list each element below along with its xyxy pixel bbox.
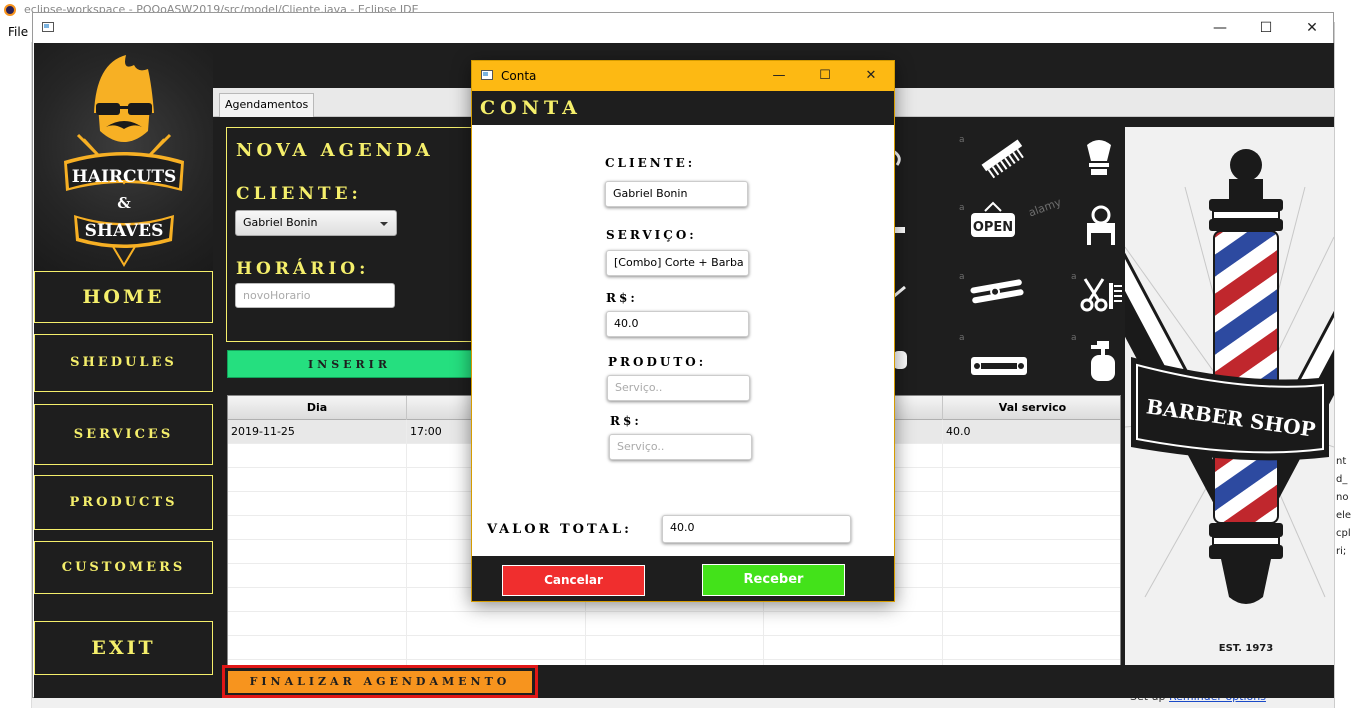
col-header-dia[interactable]: Dia (228, 396, 407, 420)
finalizar-agendamento-button[interactable]: FINALIZAR AGENDAMENTO (222, 665, 538, 698)
partial-icon (893, 285, 906, 299)
watermark-text: a (959, 135, 965, 145)
scissors-icon (1080, 278, 1122, 312)
eclipse-menu-file[interactable]: File (0, 22, 32, 42)
nav-products-button[interactable]: PRODUCTS (34, 475, 213, 530)
dialog-servico-field[interactable]: [Combo] Corte + Barba (606, 250, 749, 276)
cliente-select[interactable]: Gabriel Bonin (235, 210, 397, 236)
cell-dia: 2019-11-25 (228, 420, 407, 444)
dialog-window-icon (481, 70, 493, 80)
watermark-text: a (1071, 333, 1077, 343)
tab-agendamentos[interactable]: Agendamentos (219, 93, 315, 117)
col-header-val-servico[interactable]: Val servico (943, 396, 1120, 420)
barber-logo-illustration: HAIRCUTS & SHAVES (64, 55, 184, 267)
dialog-maximize-icon[interactable]: ☐ (802, 61, 848, 91)
eclipse-right-text: cpl (1336, 528, 1351, 539)
dialog-rs2-label: R$: (610, 414, 642, 428)
open-sign-icon: OPEN (971, 201, 1015, 237)
nav-customers-label: CUSTOMERS (61, 560, 186, 575)
watermark-alamy: alamy (1026, 195, 1063, 220)
cell-val-servico: 40.0 (946, 425, 971, 438)
brush-icon (1087, 140, 1111, 175)
bottom-bar: FINALIZAR AGENDAMENTO (213, 665, 1334, 698)
watermark-text: a (959, 203, 965, 213)
haircuts-shaves-logo: HAIRCUTS & SHAVES (34, 43, 213, 271)
watermark-text: a (1071, 272, 1077, 282)
close-icon[interactable]: ✕ (1289, 13, 1335, 43)
app-window-icon (42, 22, 54, 32)
nav-home-label: HOME (82, 286, 165, 308)
nav-schedules-label: SHEDULES (70, 355, 177, 370)
eclipse-right-text: ri; (1336, 546, 1347, 557)
nav-exit-button[interactable]: EXIT (34, 621, 213, 675)
dialog-rs1-field[interactable]: 40.0 (606, 311, 749, 337)
partial-icon (893, 351, 907, 369)
eclipse-right-text: no (1336, 492, 1349, 503)
dialog-close-icon[interactable]: ✕ (848, 61, 894, 91)
nova-agenda-panel: NOVA AGENDA CLIENTE: Gabriel Bonin HORÁR… (226, 127, 472, 342)
razor-blade-icon (971, 357, 1027, 375)
dialog-total-label: VALOR TOTAL: (487, 522, 632, 537)
nav-exit-label: EXIT (91, 637, 156, 659)
minimize-icon[interactable]: — (1197, 13, 1243, 43)
dialog-title: Conta (501, 69, 537, 83)
nova-agenda-title: NOVA AGENDA (236, 140, 434, 161)
inserir-button[interactable]: INSERIR (227, 350, 472, 378)
horario-input[interactable]: novoHorario (235, 283, 395, 308)
dialog-rs2-field[interactable]: Serviço.. (609, 434, 752, 460)
dialog-produto-label: PRODUTO: (608, 355, 707, 369)
cancelar-button[interactable]: Cancelar (502, 565, 645, 596)
barber-shop-image: BARBER SHOP EST. 1973 (1125, 127, 1334, 675)
finalizar-label: FINALIZAR AGENDAMENTO (228, 671, 532, 693)
horario-label: HORÁRIO: (236, 259, 370, 279)
dialog-rs1-label: R$: (606, 291, 638, 305)
logo-text-shaves: SHAVES (85, 221, 164, 241)
partial-icon (893, 227, 905, 233)
dialog-minimize-icon[interactable]: — (756, 61, 802, 91)
conta-dialog: Conta — ☐ ✕ CONTA CLIENTE: Gabriel Bonin… (471, 60, 895, 602)
nav-home-button[interactable]: HOME (34, 271, 213, 323)
watermark-text: a (959, 333, 965, 343)
logo-text-haircuts: HAIRCUTS (72, 167, 177, 187)
straightener-icon (970, 279, 1024, 304)
nav-services-label: SERVICES (73, 427, 174, 442)
main-title-bar: — ☐ ✕ (33, 13, 1333, 43)
nav-products-label: PRODUCTS (69, 495, 178, 510)
dialog-header-title: CONTA (480, 97, 582, 119)
dialog-servico-label: SERVIÇO: (606, 228, 697, 242)
eclipse-left-panel (0, 42, 32, 708)
watermark-text: a (959, 272, 965, 282)
nav-schedules-button[interactable]: SHEDULES (34, 334, 213, 392)
est-text: EST. 1973 (1219, 643, 1273, 654)
eclipse-right-panel: nt d_ no ele cpl ri; (1334, 22, 1355, 708)
logo-text-ampersand: & (117, 194, 131, 212)
cliente-label: CLIENTE: (236, 184, 362, 204)
dialog-footer: Cancelar Receber (472, 556, 894, 601)
dialog-header: CONTA (472, 91, 894, 125)
dialog-produto-field[interactable]: Serviço.. (607, 375, 750, 401)
dialog-cliente-field[interactable]: Gabriel Bonin (605, 181, 748, 207)
barber-icons-panel: a a a a a a alamy OPEN (893, 127, 1123, 390)
maximize-icon[interactable]: ☐ (1243, 13, 1289, 43)
barber-pole-illustration: BARBER SHOP EST. 1973 (1125, 149, 1334, 654)
comb-icon (981, 139, 1024, 179)
nav-customers-button[interactable]: CUSTOMERS (34, 541, 213, 594)
table-row-empty (228, 612, 1120, 636)
dialog-total-field[interactable]: 40.0 (662, 515, 851, 543)
sidebar: HAIRCUTS & SHAVES HOME SHEDULES SERVICES… (34, 43, 213, 698)
eclipse-right-text: nt (1336, 456, 1347, 467)
table-row-empty (228, 636, 1120, 660)
open-sign-text: OPEN (973, 220, 1013, 235)
receber-button[interactable]: Receber (702, 564, 845, 596)
nav-services-button[interactable]: SERVICES (34, 404, 213, 465)
dialog-cliente-label: CLIENTE: (605, 156, 696, 170)
barber-chair-icon (1087, 205, 1115, 245)
eclipse-right-text: d_ (1336, 474, 1348, 485)
eclipse-right-text: ele (1336, 510, 1352, 521)
eclipse-logo-icon (4, 4, 16, 16)
dialog-title-bar: Conta — ☐ ✕ (472, 61, 894, 91)
spray-bottle-icon (1091, 341, 1115, 381)
